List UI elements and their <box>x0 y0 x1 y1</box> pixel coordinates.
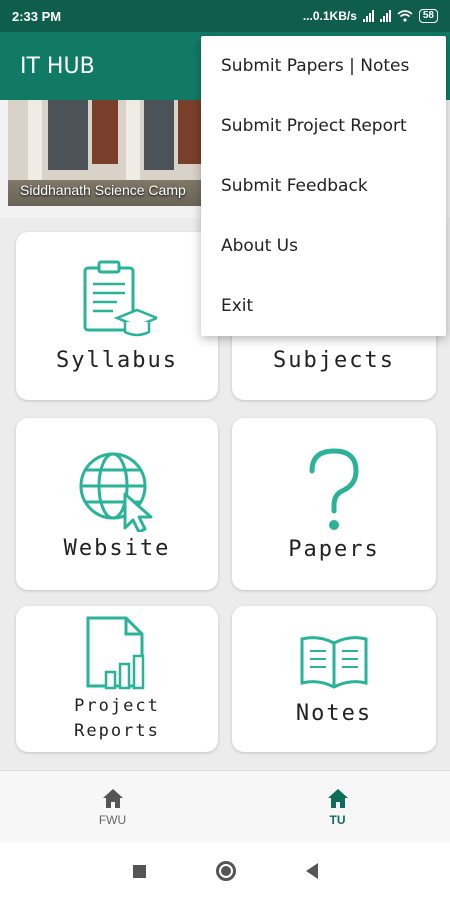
status-time: 2:33 PM <box>12 8 62 24</box>
menu-item-exit[interactable]: Exit <box>201 276 446 336</box>
recents-icon[interactable] <box>132 864 146 878</box>
home-button-icon[interactable] <box>215 861 236 881</box>
nav-label-tu: TU <box>329 812 346 827</box>
menu-item-about-us[interactable]: About Us <box>201 216 446 276</box>
menu-item-submit-project-report[interactable]: Submit Project Report <box>201 96 446 156</box>
system-navigation-bar <box>0 842 450 900</box>
menu-item-submit-feedback[interactable]: Submit Feedback <box>201 156 446 216</box>
project-label-line2: Reports <box>74 721 160 741</box>
banner-caption: Siddhanath Science Camp <box>20 182 186 198</box>
wifi-icon <box>397 10 413 22</box>
project-reports-label: Project Reports <box>74 694 160 744</box>
status-indicators: ...0.1KB/s 58 <box>303 9 438 23</box>
open-book-icon <box>300 635 368 689</box>
syllabus-label: Syllabus <box>56 347 178 373</box>
overflow-menu: Submit Papers | Notes Submit Project Rep… <box>201 36 446 336</box>
status-bar: 2:33 PM ...0.1KB/s 58 <box>0 0 450 32</box>
subjects-label: Subjects <box>273 347 395 373</box>
notes-label: Notes <box>295 700 373 726</box>
syllabus-clipboard-icon <box>83 260 157 336</box>
network-speed: ...0.1KB/s <box>302 9 357 23</box>
bottom-navigation: FWU TU <box>0 770 450 842</box>
website-card[interactable]: Website <box>16 418 218 590</box>
back-icon[interactable] <box>305 863 318 879</box>
nav-item-tu[interactable]: TU <box>225 771 450 842</box>
website-label: Website <box>63 535 171 561</box>
question-mark-icon <box>309 447 359 530</box>
syllabus-card[interactable]: Syllabus <box>16 232 218 400</box>
home-icon <box>102 788 123 808</box>
app-title: IT HUB <box>20 53 95 79</box>
battery-icon: 58 <box>418 9 438 23</box>
nav-label-fwu: FWU <box>98 812 127 827</box>
nav-item-fwu[interactable]: FWU <box>0 771 225 842</box>
signal-icon <box>362 10 374 22</box>
home-icon <box>327 788 348 808</box>
papers-card[interactable]: Papers <box>232 418 436 590</box>
report-chart-icon <box>86 616 145 690</box>
project-reports-card[interactable]: Project Reports <box>16 606 218 752</box>
project-label-line1: Project <box>74 696 160 716</box>
globe-cursor-icon <box>79 452 153 532</box>
papers-label: Papers <box>288 536 380 562</box>
signal-icon-2 <box>379 10 391 22</box>
notes-card[interactable]: Notes <box>232 606 436 752</box>
menu-item-submit-papers-notes[interactable]: Submit Papers | Notes <box>201 36 446 96</box>
